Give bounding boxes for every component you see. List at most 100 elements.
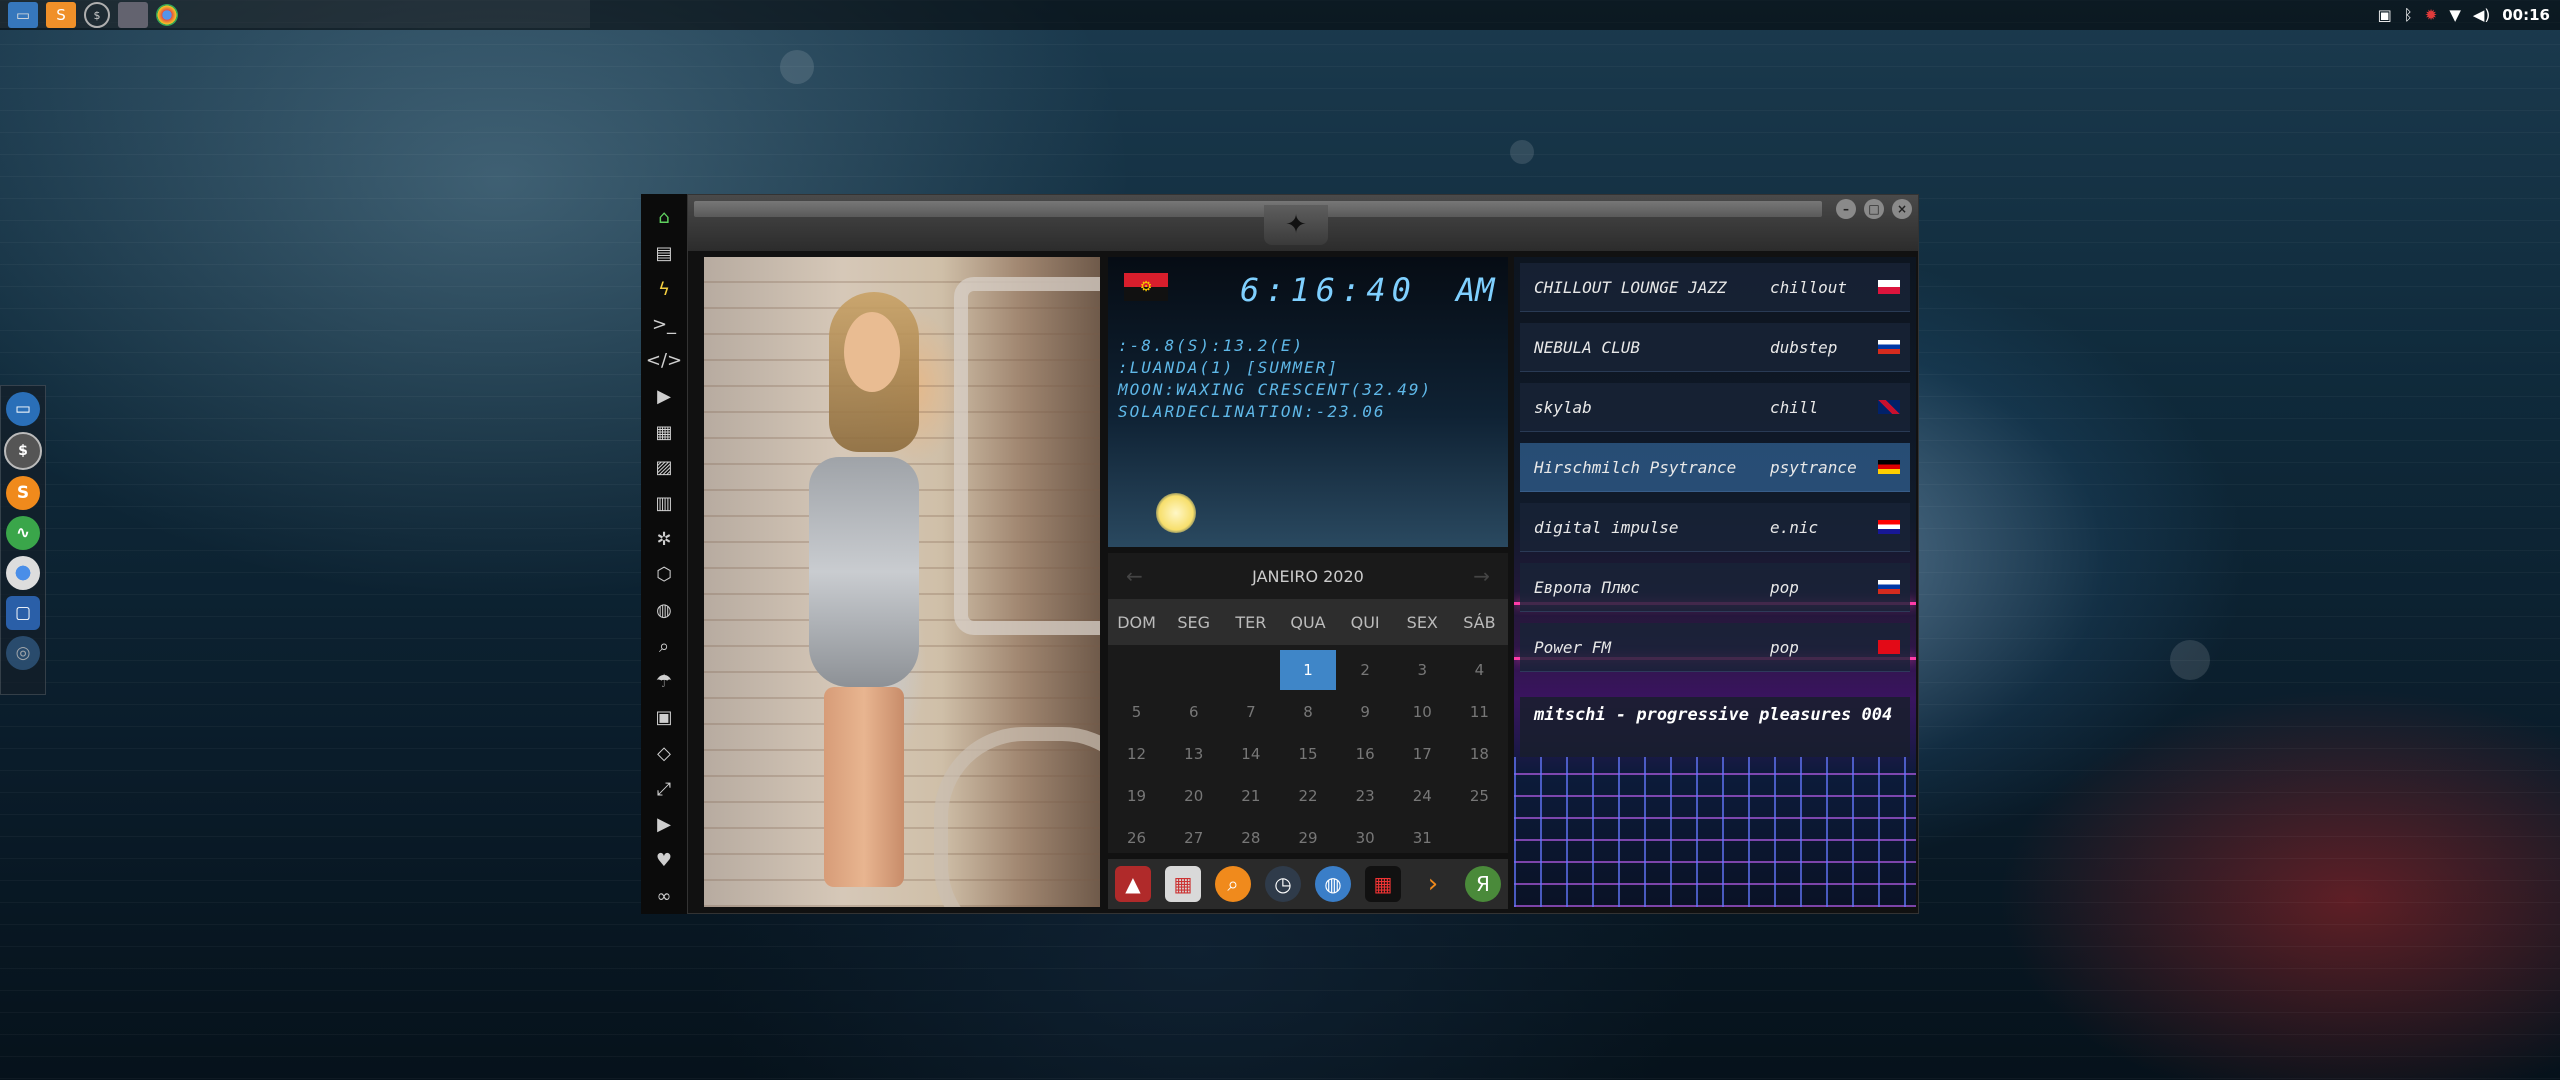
diamond-icon[interactable]: ◇ <box>641 736 687 772</box>
bolt-icon[interactable]: ϟ <box>641 271 687 307</box>
clock-icon[interactable]: ◷ <box>1265 866 1301 902</box>
search-icon[interactable]: ⌕ <box>641 628 687 664</box>
calendar-day[interactable]: 7 <box>1222 703 1279 721</box>
calendar-day[interactable]: 24 <box>1394 787 1451 805</box>
calendar-day[interactable]: 25 <box>1451 787 1508 805</box>
hexagon-icon[interactable]: ⬡ <box>641 557 687 593</box>
maximize-button[interactable]: □ <box>1864 199 1884 219</box>
virus-icon[interactable]: ✹ <box>2425 6 2438 24</box>
radio-station-row[interactable]: Европа Плюс pop <box>1520 563 1910 612</box>
next-month-icon[interactable]: → <box>1473 564 1490 588</box>
calendar-day[interactable]: 8 <box>1279 703 1336 721</box>
files-icon[interactable]: ▭ <box>6 392 40 426</box>
model-legs <box>824 687 904 887</box>
calendar-day[interactable]: 16 <box>1337 745 1394 763</box>
link-icon[interactable]: ∞ <box>641 878 687 914</box>
profile-icon[interactable]: ▣ <box>641 700 687 736</box>
photos-icon[interactable]: ▣ <box>2378 6 2392 24</box>
minimize-button[interactable]: – <box>1836 199 1856 219</box>
calendar-clock-icon[interactable]: ▦ <box>1365 866 1401 902</box>
document-icon[interactable]: ▤ <box>641 236 687 272</box>
clipboard-icon[interactable]: ▦ <box>641 414 687 450</box>
calendar-day[interactable]: 20 <box>1165 787 1222 805</box>
youtube-icon[interactable]: ▶ <box>641 807 687 843</box>
yandex-icon[interactable]: Я <box>1465 866 1501 902</box>
settings-icon[interactable]: ✲ <box>641 521 687 557</box>
station-genre: chillout <box>1770 277 1848 297</box>
globe-icon[interactable]: ◍ <box>641 593 687 629</box>
terminal-icon[interactable]: >_ <box>641 307 687 343</box>
calendar-day[interactable]: 4 <box>1451 661 1508 679</box>
play-icon[interactable]: ▶ <box>641 379 687 415</box>
calendar-day[interactable]: 9 <box>1337 703 1394 721</box>
calendar-day[interactable]: 23 <box>1337 787 1394 805</box>
calendar-day-label: 16 <box>1355 745 1375 763</box>
calendar-day[interactable]: 10 <box>1394 703 1451 721</box>
calendar-day[interactable]: 30 <box>1337 829 1394 847</box>
screenshot-icon[interactable]: ▢ <box>6 596 40 630</box>
radio-station-row[interactable]: NEBULA CLUB dubstep <box>1520 323 1910 372</box>
code-icon[interactable]: </> <box>641 343 687 379</box>
calendar-day[interactable]: 11 <box>1451 703 1508 721</box>
radio-station-row[interactable]: Power FM pop <box>1520 623 1910 672</box>
radio-station-row[interactable]: CHILLOUT LOUNGE JAZZ chillout <box>1520 263 1910 312</box>
wifi-icon[interactable]: ▼ <box>2449 6 2461 24</box>
clock-info: :-8.8(S):13.2(E) :LUANDA(1) [SUMMER] MOO… <box>1118 335 1432 423</box>
calendar-day[interactable]: 15 <box>1279 745 1336 763</box>
article-icon[interactable]: ▥ <box>641 486 687 522</box>
home-icon[interactable]: ⌂ <box>641 200 687 236</box>
calendar-day[interactable]: 29 <box>1279 829 1336 847</box>
calendar-day[interactable]: 27 <box>1165 829 1222 847</box>
now-playing: mitschi - progressive pleasures 004 <box>1520 697 1910 757</box>
radio-station-row[interactable]: skylab chill <box>1520 383 1910 432</box>
moon-line: MOON:WAXING CRESCENT(32.49) <box>1118 380 1433 399</box>
dashboard-window: ✦ – □ × ⚙ 6:16:40 AM :-8.8(S):13.2(E) :L… <box>687 194 1919 914</box>
activity-icon[interactable]: ∿ <box>6 516 40 550</box>
radio-station-row[interactable]: Hirschmilch Psytrance psytrance <box>1520 443 1910 492</box>
alert-icon[interactable]: ▲ <box>1115 866 1151 902</box>
calendar-day[interactable]: 12 <box>1108 745 1165 763</box>
sublime-icon[interactable]: S <box>6 476 40 510</box>
calendar-day[interactable]: 6 <box>1165 703 1222 721</box>
clock-label[interactable]: 00:16 <box>2502 6 2550 24</box>
image-icon[interactable]: ▨ <box>641 450 687 486</box>
calendar-day-label: 7 <box>1246 703 1256 721</box>
prev-month-icon[interactable]: ← <box>1126 564 1143 588</box>
calendar-day-label: 10 <box>1412 703 1432 721</box>
weekday-label: QUA <box>1290 612 1326 632</box>
calendar-day[interactable]: 14 <box>1222 745 1279 763</box>
globe-icon[interactable]: ◎ <box>6 636 40 670</box>
calendar-day[interactable]: 26 <box>1108 829 1165 847</box>
umbrella-icon[interactable]: ☂ <box>641 664 687 700</box>
station-name: NEBULA CLUB <box>1534 337 1640 357</box>
calendar-day[interactable]: 18 <box>1451 745 1508 763</box>
calendar-day[interactable]: 17 <box>1394 745 1451 763</box>
calendar-day[interactable]: 2 <box>1337 661 1394 679</box>
calendar-day[interactable]: 21 <box>1222 787 1279 805</box>
close-button[interactable]: × <box>1892 199 1912 219</box>
heart-icon[interactable]: ♥ <box>641 843 687 879</box>
calendar-day[interactable]: 1 <box>1279 650 1336 690</box>
app-launcher-bar: ▲ ▦ ⌕ ◷ ◍ ▦ › Я <box>1108 859 1508 909</box>
search-icon[interactable]: ⌕ <box>1215 866 1251 902</box>
radio-station-row[interactable]: digital impulse e.nic <box>1520 503 1910 552</box>
calendar-day-label: 23 <box>1355 787 1375 805</box>
calendar-day[interactable]: 19 <box>1108 787 1165 805</box>
calendar-day[interactable]: 22 <box>1279 787 1336 805</box>
terminal-icon[interactable]: $ <box>4 432 42 470</box>
fullscreen-icon[interactable]: ⤢ <box>641 771 687 807</box>
globe-icon[interactable]: ◍ <box>1315 866 1351 902</box>
window-titlebar[interactable]: ✦ – □ × <box>688 195 1918 251</box>
calendar-day[interactable]: 5 <box>1108 703 1165 721</box>
volume-icon[interactable]: ◀) <box>2473 6 2490 24</box>
photo-panel <box>704 257 1100 907</box>
weekday-label: SEG <box>1177 612 1211 632</box>
calendar-day[interactable]: 3 <box>1394 661 1451 679</box>
calendar-day[interactable]: 28 <box>1222 829 1279 847</box>
bluetooth-icon[interactable]: ᛒ <box>2404 6 2413 24</box>
calendar-day[interactable]: 31 <box>1394 829 1451 847</box>
calendar-icon[interactable]: ▦ <box>1165 866 1201 902</box>
chrome-icon[interactable] <box>6 556 40 590</box>
calendar-day[interactable]: 13 <box>1165 745 1222 763</box>
arrow-icon[interactable]: › <box>1415 866 1451 902</box>
